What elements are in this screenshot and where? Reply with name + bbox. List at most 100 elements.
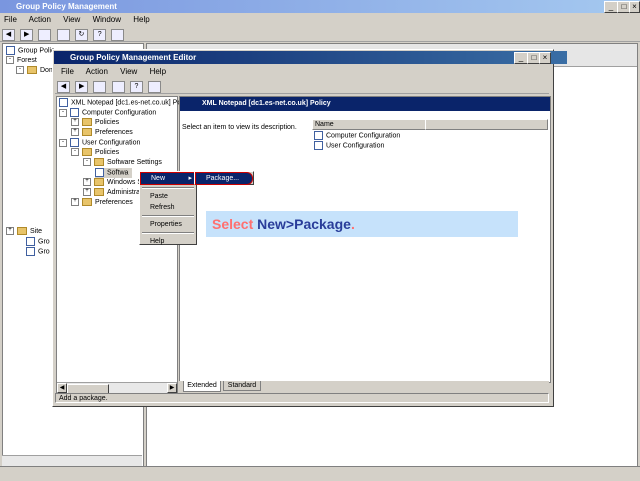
- collapse-icon[interactable]: -: [59, 108, 67, 117]
- tab-extended[interactable]: Extended: [183, 381, 221, 392]
- context-menu-refresh[interactable]: Refresh: [140, 202, 196, 213]
- user-icon: [314, 141, 323, 150]
- tree-root-policy[interactable]: XML Notepad [dc1.es-net.co.uk] Po: [59, 98, 181, 108]
- outer-menu-view[interactable]: View: [63, 15, 80, 24]
- tree-policies-computer[interactable]: + Policies: [71, 118, 119, 128]
- tree-hscroll[interactable]: ◀ ▶: [57, 382, 177, 394]
- results-icon: [26, 247, 35, 256]
- gpm-icon: [6, 46, 15, 55]
- submenu-package[interactable]: Package...: [195, 172, 253, 185]
- show-tree-icon[interactable]: [93, 81, 107, 93]
- computer-icon: [70, 108, 79, 117]
- tree-software-settings[interactable]: - Software Settings: [83, 158, 162, 168]
- outer-tree-root[interactable]: Group Polic: [6, 46, 55, 56]
- list-view: Name Computer Configuration User Configu…: [312, 119, 548, 179]
- context-menu: New ▸ Paste Refresh Properties Help: [139, 171, 197, 245]
- outer-tree-forest[interactable]: - Forest: [6, 56, 37, 66]
- forward-arrow-icon[interactable]: ▶: [75, 81, 89, 93]
- outer-menubar: File Action View Window Help: [0, 14, 640, 26]
- outer-hscroll[interactable]: [2, 455, 142, 466]
- policy-header-title: XML Notepad [dc1.es-net.co.uk] Policy: [202, 100, 331, 107]
- editor-titlebar: Group Policy Management Editor: [54, 51, 567, 64]
- expand-icon[interactable]: +: [71, 128, 79, 137]
- new-submenu: Package...: [194, 171, 254, 185]
- outer-minimize-button[interactable]: _: [604, 1, 618, 13]
- list-item-computer-configuration[interactable]: Computer Configuration: [314, 131, 400, 141]
- annotation-select: Select: [212, 216, 254, 232]
- help-icon[interactable]: ?: [129, 81, 143, 93]
- editor-menu-view[interactable]: View: [120, 67, 137, 76]
- outer-tree-sites[interactable]: + Site: [6, 227, 42, 237]
- outer-tree-gp-modeling[interactable]: Gro: [26, 237, 50, 247]
- tree-administrative-templates[interactable]: + Administra: [83, 188, 140, 198]
- collapse-icon[interactable]: -: [59, 138, 67, 147]
- scroll-right-icon[interactable]: ▶: [167, 383, 177, 393]
- annotation-period: .: [350, 216, 355, 232]
- folder-icon: [94, 188, 104, 197]
- editor-window: Group Policy Management Editor _ □ × Fil…: [52, 49, 567, 407]
- export-list-icon[interactable]: [111, 81, 125, 93]
- expand-icon[interactable]: +: [83, 178, 91, 187]
- folder-icon: [82, 128, 92, 137]
- policy-header-bar: XML Notepad [dc1.es-net.co.uk] Policy: [180, 97, 550, 111]
- outer-menu-window[interactable]: Window: [93, 15, 121, 24]
- outer-tree-gp-results[interactable]: Gro: [26, 247, 50, 257]
- folder-icon: [94, 158, 104, 167]
- expand-icon[interactable]: +: [6, 227, 14, 236]
- properties-icon[interactable]: [111, 29, 125, 41]
- expand-icon[interactable]: +: [83, 188, 91, 197]
- tree-user-configuration[interactable]: - User Configuration: [59, 138, 140, 148]
- tab-standard[interactable]: Standard: [223, 381, 261, 391]
- editor-menubar: File Action View Help: [57, 66, 176, 78]
- folder-up-icon[interactable]: [38, 29, 52, 41]
- outer-close-button[interactable]: ×: [629, 1, 640, 13]
- outer-toolbar: ◀ ▶ ↻ ?: [0, 27, 640, 42]
- folder-icon: [17, 227, 27, 236]
- outer-menu-help[interactable]: Help: [133, 15, 149, 24]
- outer-menu-file[interactable]: File: [4, 15, 17, 24]
- back-arrow-icon[interactable]: ◀: [57, 81, 70, 93]
- status-text: Add a package.: [59, 395, 108, 402]
- tree-preferences-user[interactable]: + Preferences: [71, 198, 133, 208]
- package-icon: [95, 168, 104, 177]
- tree-software-installation[interactable]: Softwa: [95, 168, 133, 178]
- editor-menu-file[interactable]: File: [61, 67, 74, 76]
- description-hint: Select an item to view its description.: [182, 124, 297, 131]
- help-icon[interactable]: ?: [93, 29, 107, 41]
- show-tree-icon[interactable]: [56, 29, 70, 41]
- editor-minimize-button[interactable]: _: [514, 52, 528, 64]
- scroll-left-icon[interactable]: ◀: [57, 383, 67, 393]
- column-header-name[interactable]: Name: [312, 119, 426, 130]
- context-menu-new[interactable]: New ▸: [140, 172, 196, 185]
- folder-icon: [27, 66, 37, 75]
- context-menu-properties[interactable]: Properties: [140, 219, 196, 230]
- tree-policies-user[interactable]: - Policies: [71, 148, 119, 158]
- collapse-icon[interactable]: -: [83, 158, 91, 167]
- context-menu-paste[interactable]: Paste: [140, 191, 196, 202]
- back-arrow-icon[interactable]: ◀: [2, 29, 15, 41]
- list-item-user-configuration[interactable]: User Configuration: [314, 141, 384, 151]
- tree-windows-settings[interactable]: + Windows Se: [83, 178, 146, 188]
- collapse-icon[interactable]: -: [6, 56, 14, 65]
- user-icon: [70, 138, 79, 147]
- outer-tree-domains[interactable]: - Dom: [16, 66, 55, 76]
- tree-preferences-computer[interactable]: + Preferences: [71, 128, 133, 138]
- folder-icon: [82, 198, 92, 207]
- editor-title: Group Policy Management Editor: [70, 53, 197, 62]
- collapse-icon[interactable]: -: [16, 66, 24, 75]
- expand-icon[interactable]: +: [71, 198, 79, 207]
- collapse-icon[interactable]: -: [71, 148, 79, 157]
- refresh-icon[interactable]: ↻: [74, 29, 88, 41]
- outer-title: Group Policy Management: [16, 2, 117, 11]
- properties-icon[interactable]: [148, 81, 162, 93]
- outer-menu-action[interactable]: Action: [29, 15, 51, 24]
- tree-computer-configuration[interactable]: - Computer Configuration: [59, 108, 156, 118]
- editor-menu-help[interactable]: Help: [150, 67, 166, 76]
- forward-arrow-icon[interactable]: ▶: [20, 29, 34, 41]
- column-header-blank[interactable]: [425, 119, 548, 130]
- editor-close-button[interactable]: ×: [539, 52, 551, 64]
- context-menu-help[interactable]: Help: [140, 236, 196, 247]
- outer-statusbar: [0, 466, 640, 481]
- editor-menu-action[interactable]: Action: [86, 67, 108, 76]
- expand-icon[interactable]: +: [71, 118, 79, 127]
